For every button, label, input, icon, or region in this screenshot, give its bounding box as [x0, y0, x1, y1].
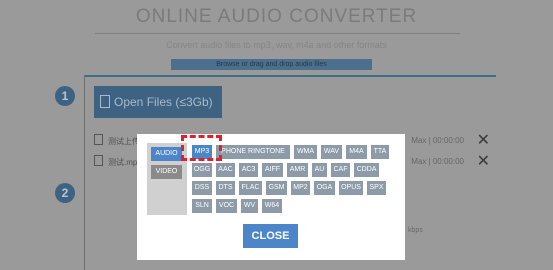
tab-video[interactable]: VIDEO [151, 165, 182, 179]
format-w64[interactable]: W64 [262, 199, 282, 213]
info-banner: Browse or drag and drop audio files [171, 59, 372, 70]
format-picker-modal: AUDIO VIDEO MP3 PHONE RINGTONE WMA WAV M… [137, 134, 405, 260]
format-dts[interactable]: DTS [216, 181, 235, 195]
format-wma[interactable]: WMA [294, 145, 317, 159]
format-aac[interactable]: AAC [216, 163, 235, 177]
panel-left-border [84, 75, 85, 270]
format-wv[interactable]: WV [241, 199, 258, 213]
format-cdda[interactable]: CDDA [354, 163, 379, 177]
format-caf[interactable]: CAF [331, 163, 350, 177]
format-tta[interactable]: TTA [371, 145, 389, 159]
selection-highlight [181, 135, 222, 161]
format-flac[interactable]: FLAC [239, 181, 262, 195]
file-info: Max | 00:00:00 [411, 136, 464, 145]
page-subtitle: Convert audio files to mp3, wav, m4a and… [166, 40, 387, 50]
open-files-label: Open Files (≤3Gb) [114, 95, 213, 109]
remove-file-icon[interactable]: ✕ [477, 151, 490, 171]
format-ac3[interactable]: AC3 [239, 163, 258, 177]
format-wav[interactable]: WAV [321, 145, 342, 159]
format-dss[interactable]: DSS [192, 181, 212, 195]
format-gsm[interactable]: GSM [266, 181, 287, 195]
remove-file-icon[interactable]: ✕ [477, 130, 490, 150]
page-title: ONLINE AUDIO CONVERTER [135, 6, 418, 27]
tab-audio[interactable]: AUDIO [151, 147, 182, 161]
format-spx[interactable]: SPX [367, 181, 386, 195]
panel-top-border [84, 75, 496, 77]
open-files-button[interactable]: Open Files (≤3Gb) [94, 86, 222, 118]
document-icon [94, 134, 103, 145]
format-ogg[interactable]: OGG [192, 163, 212, 177]
format-au[interactable]: AU [312, 163, 327, 177]
step-1-badge: 1 [55, 86, 75, 106]
format-opus[interactable]: OPUS [339, 181, 363, 195]
format-sln[interactable]: SLN [192, 199, 212, 213]
title-divider [95, 33, 460, 34]
file-info: Max | 00:00:00 [411, 157, 464, 166]
document-icon [94, 155, 103, 166]
format-mp2[interactable]: MP2 [291, 181, 310, 195]
close-button[interactable]: CLOSE [243, 224, 298, 248]
file-icon [100, 95, 110, 108]
bitrate-text: kbps [408, 227, 423, 234]
format-phone-ringtone[interactable]: PHONE RINGTONE [216, 145, 290, 159]
format-amr[interactable]: AMR [287, 163, 308, 177]
format-aiff[interactable]: AIFF [262, 163, 283, 177]
format-voc[interactable]: VOC [216, 199, 237, 213]
format-m4a[interactable]: M4A [346, 145, 367, 159]
step-2-badge: 2 [55, 183, 75, 203]
format-oga[interactable]: OGA [314, 181, 335, 195]
